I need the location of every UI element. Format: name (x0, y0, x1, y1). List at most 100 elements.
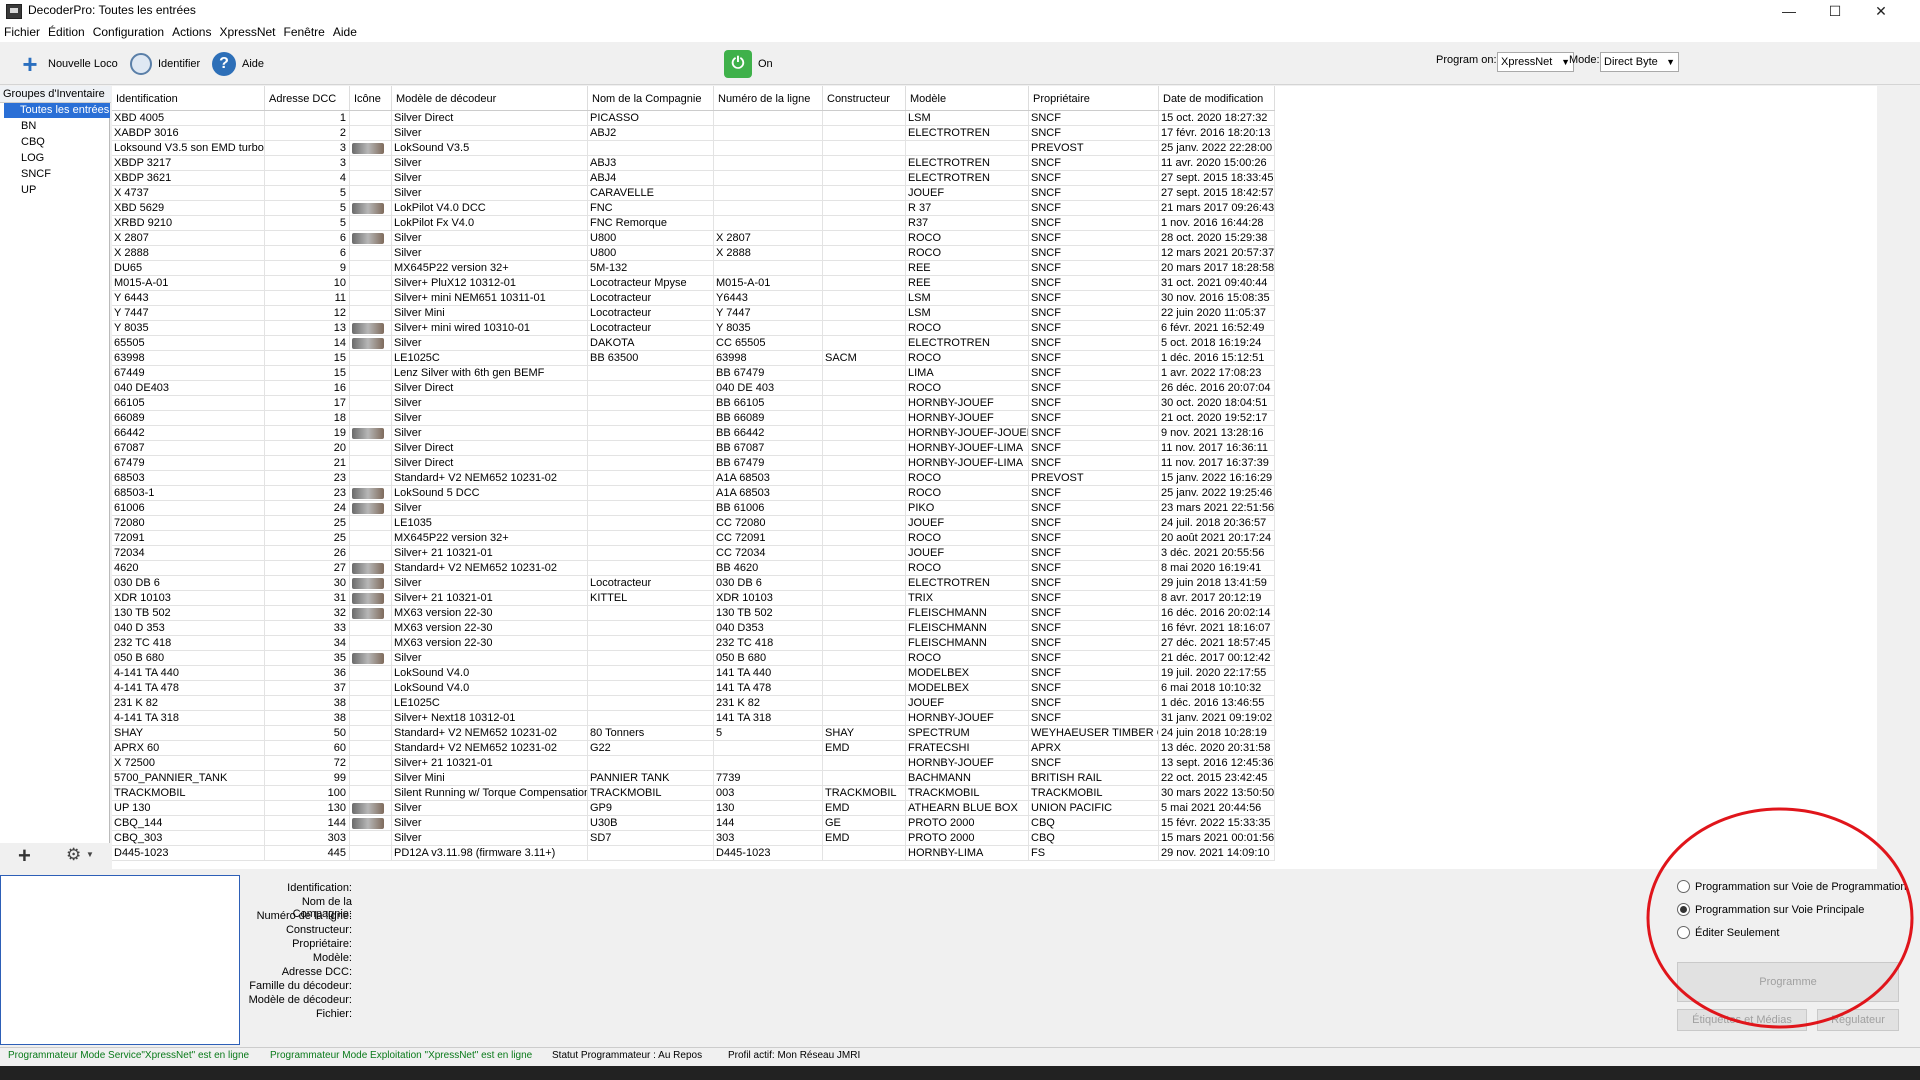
gear-icon[interactable]: ⚙ (66, 845, 81, 865)
col-model-header[interactable]: Modèle (906, 86, 1029, 110)
col-dcc-address-cell: 31 (265, 591, 350, 606)
table-row[interactable]: X 4737 5 Silver CARAVELLE JOUEF SNCF 27 sept. … (112, 186, 1275, 201)
menu-edition[interactable]: Édition (44, 22, 89, 39)
table-row[interactable]: 72034 26 Silver+ 21 10321-01 CC 72034 JOUEF S… (112, 546, 1275, 561)
col-decoder-model-header[interactable]: Modèle de décodeur (392, 86, 588, 110)
table-row[interactable]: X 2807 6 Silver U800 X 2807 ROCO SNCF 28 oct. 2… (112, 231, 1275, 246)
col-road-number-header[interactable]: Numéro de la ligne (714, 86, 823, 110)
program-on-select[interactable]: XpressNet ▼ (1497, 52, 1574, 72)
col-dcc-address-cell: 5 (265, 216, 350, 231)
table-row[interactable]: Loksound V3.5 son EMD turbo 3 LokSound V3.… (112, 141, 1275, 156)
table-row[interactable]: 66442 19 Silver BB 66442 HORNBY-JOUEF-JOUEF S… (112, 426, 1275, 441)
table-row[interactable]: 4-141 TA 440 36 LokSound V4.0 141 TA 440 MOD… (112, 666, 1275, 681)
col-icon-cell (350, 111, 392, 126)
table-row[interactable]: 030 DB 6 30 Silver Locotracteur 030 DB 6 ELEC… (112, 576, 1275, 591)
table-row[interactable]: M015-A-01 10 Silver+ PluX12 10312-01 Locotr… (112, 276, 1275, 291)
table-row[interactable]: Y 8035 13 Silver+ mini wired 10310-01 Locot… (112, 321, 1275, 336)
menu-actions[interactable]: Actions (168, 22, 215, 39)
table-row[interactable]: 5700_PANNIER_TANK 99 Silver Mini PANNIER TA… (112, 771, 1275, 786)
table-row[interactable]: 61006 24 Silver BB 61006 PIKO SNCF 23 mars 202… (112, 501, 1275, 516)
table-row[interactable]: CBQ_303 303 Silver SD7 303 EMD PROTO 2000 CBQ 15… (112, 831, 1275, 846)
close-button[interactable]: ✕ (1858, 0, 1904, 22)
maximize-button[interactable]: ☐ (1812, 0, 1858, 22)
group-item-log[interactable]: LOG (21, 151, 44, 166)
col-company-cell: 80 Tonners (588, 726, 714, 741)
power-button[interactable]: ⏻ On (724, 50, 773, 78)
table-row[interactable]: 66105 17 Silver BB 66105 HORNBY-JOUEF SNCF 30 … (112, 396, 1275, 411)
table-row[interactable]: 66089 18 Silver BB 66089 HORNBY-JOUEF SNCF 21 … (112, 411, 1275, 426)
mode-value: Direct Byte (1604, 56, 1658, 68)
table-row[interactable]: 4620 27 Standard+ V2 NEM652 10231-02 BB 462… (112, 561, 1275, 576)
table-row[interactable]: 72091 25 MX645P22 version 32+ CC 72091 ROCO S… (112, 531, 1275, 546)
table-row[interactable]: XRBD 9210 5 LokPilot Fx V4.0 FNC Remorque R3… (112, 216, 1275, 231)
col-manufacturer-header[interactable]: Constructeur (823, 86, 906, 110)
col-company-cell: PANNIER TANK (588, 771, 714, 786)
table-row[interactable]: 72080 25 LE1035 CC 72080 JOUEF SNCF 24 juil. 2… (112, 516, 1275, 531)
col-dcc-address-cell: 99 (265, 771, 350, 786)
col-date-modified-cell: 27 sept. 2015 18:42:57 (1159, 186, 1275, 201)
table-row[interactable]: XABDP 3016 2 Silver ABJ2 ELECTROTREN SNCF 17 f… (112, 126, 1275, 141)
group-item-sncf[interactable]: SNCF (21, 167, 51, 182)
table-row[interactable]: Y 6443 11 Silver+ mini NEM651 10311-01 Loco… (112, 291, 1275, 306)
table-row[interactable]: XDR 10103 31 Silver+ 21 10321-01 KITTEL XDR … (112, 591, 1275, 606)
group-item-all[interactable]: Toutes les entrées (4, 103, 110, 118)
menu-configuration[interactable]: Configuration (89, 22, 168, 39)
table-row[interactable]: XBDP 3217 3 Silver ABJ3 ELECTROTREN SNCF 11 av… (112, 156, 1275, 171)
table-row[interactable]: 4-141 TA 318 38 Silver+ Next18 10312-01 141… (112, 711, 1275, 726)
col-date-modified-cell: 29 nov. 2021 14:09:10 (1159, 846, 1275, 861)
table-row[interactable]: SHAY 50 Standard+ V2 NEM652 10231-02 80 Ton… (112, 726, 1275, 741)
table-row[interactable]: X 2888 6 Silver U800 X 2888 ROCO SNCF 12 mars 2… (112, 246, 1275, 261)
table-row[interactable]: 67449 15 Lenz Silver with 6th gen BEMF BB 6… (112, 366, 1275, 381)
table-row[interactable]: XBD 4005 1 Silver Direct PICASSO LSM SNCF 15 o… (112, 111, 1275, 126)
group-item-bn[interactable]: BN (21, 119, 36, 134)
table-row[interactable]: TRACKMOBIL 100 Silent Running w/ Torque Co… (112, 786, 1275, 801)
table-row[interactable]: 040 D 353 33 MX63 version 22-30 040 D353 FLE… (112, 621, 1275, 636)
group-item-cbq[interactable]: CBQ (21, 135, 45, 150)
col-decoder-model-cell: LokSound V4.0 (392, 681, 588, 696)
table-row[interactable]: 232 TC 418 34 MX63 version 22-30 232 TC 418… (112, 636, 1275, 651)
table-row[interactable]: 4-141 TA 478 37 LokSound V4.0 141 TA 478 MOD… (112, 681, 1275, 696)
table-row[interactable]: 231 K 82 38 LE1025C 231 K 82 JOUEF SNCF 1 déc.… (112, 696, 1275, 711)
table-row[interactable]: 130 TB 502 32 MX63 version 22-30 130 TB 502… (112, 606, 1275, 621)
col-date-modified-header[interactable]: Date de modification (1159, 86, 1275, 110)
group-item-up[interactable]: UP (21, 183, 36, 198)
table-row[interactable]: 65505 14 Silver DAKOTA CC 65505 ELECTROTREN SN… (112, 336, 1275, 351)
table-row[interactable]: 68503 23 Standard+ V2 NEM652 10231-02 A1A 6… (112, 471, 1275, 486)
add-group-icon[interactable]: + (18, 843, 31, 869)
help-button[interactable]: ? Aide (212, 50, 264, 78)
minimize-button[interactable]: — (1766, 0, 1812, 22)
col-owner-header[interactable]: Propriétaire (1029, 86, 1159, 110)
menu-fichier[interactable]: Fichier (0, 22, 44, 39)
col-identification-header[interactable]: Identification (112, 86, 265, 110)
menu-fenetre[interactable]: Fenêtre (280, 22, 329, 39)
table-row[interactable]: X 72500 72 Silver+ 21 10321-01 HORNBY-JOUEF… (112, 756, 1275, 771)
col-date-modified-cell: 22 juin 2020 11:05:37 (1159, 306, 1275, 321)
identify-button[interactable]: Identifier (130, 50, 200, 78)
table-row[interactable]: 68503-1 23 LokSound 5 DCC A1A 68503 ROCO SNCF… (112, 486, 1275, 501)
table-row[interactable]: XBDP 3621 4 Silver ABJ4 ELECTROTREN SNCF 27 se… (112, 171, 1275, 186)
chevron-down-icon[interactable]: ▼ (86, 850, 94, 859)
table-row[interactable]: APRX 60 60 Standard+ V2 NEM652 10231-02 G22… (112, 741, 1275, 756)
table-row[interactable]: DU65 9 MX645P22 version 32+ 5M-132 REE SNCF 20… (112, 261, 1275, 276)
col-icon-header[interactable]: Icône (350, 86, 392, 110)
detail-label: Fichier: (315, 1008, 352, 1020)
table-row[interactable]: Y 7447 12 Silver Mini Locotracteur Y 7447 LSM… (112, 306, 1275, 321)
mode-select[interactable]: Direct Byte ▼ (1600, 52, 1679, 72)
col-company-header[interactable]: Nom de la Compagnie (588, 86, 714, 110)
new-loco-button[interactable]: + Nouvelle Loco (18, 49, 117, 79)
table-row[interactable]: 050 B 680 35 Silver 050 B 680 ROCO SNCF 21 déc… (112, 651, 1275, 666)
table-row[interactable]: 040 DE403 16 Silver Direct 040 DE 403 ROCO SN… (112, 381, 1275, 396)
table-row[interactable]: 63998 15 LE1025C BB 63500 63998 SACM ROCO SNCF 1… (112, 351, 1275, 366)
col-icon-cell (350, 351, 392, 366)
table-row[interactable]: CBQ_144 144 Silver U30B 144 GE PROTO 2000 CBQ 15… (112, 816, 1275, 831)
table-row[interactable]: UP 130 130 Silver GP9 130 EMD ATHEARN BLUE BOX… (112, 801, 1275, 816)
table-row[interactable]: 67479 21 Silver Direct BB 67479 HORNBY-JOUEF… (112, 456, 1275, 471)
table-row[interactable]: XBD 5629 5 LokPilot V4.0 DCC FNC R 37 SNCF 21 … (112, 201, 1275, 216)
table-row[interactable]: D445-1023 445 PD12A v3.11.98 (firmware 3.1… (112, 846, 1275, 861)
col-dcc-address-header[interactable]: Adresse DCC (265, 86, 350, 110)
menu-xpressnet[interactable]: XpressNet (215, 22, 279, 39)
menu-aide[interactable]: Aide (329, 22, 361, 39)
col-decoder-model-cell: Silent Running w/ Torque Compensation (392, 786, 588, 801)
table-row[interactable]: 67087 20 Silver Direct BB 67087 HORNBY-JOUEF… (112, 441, 1275, 456)
loco-thumbnail-icon (352, 503, 384, 514)
